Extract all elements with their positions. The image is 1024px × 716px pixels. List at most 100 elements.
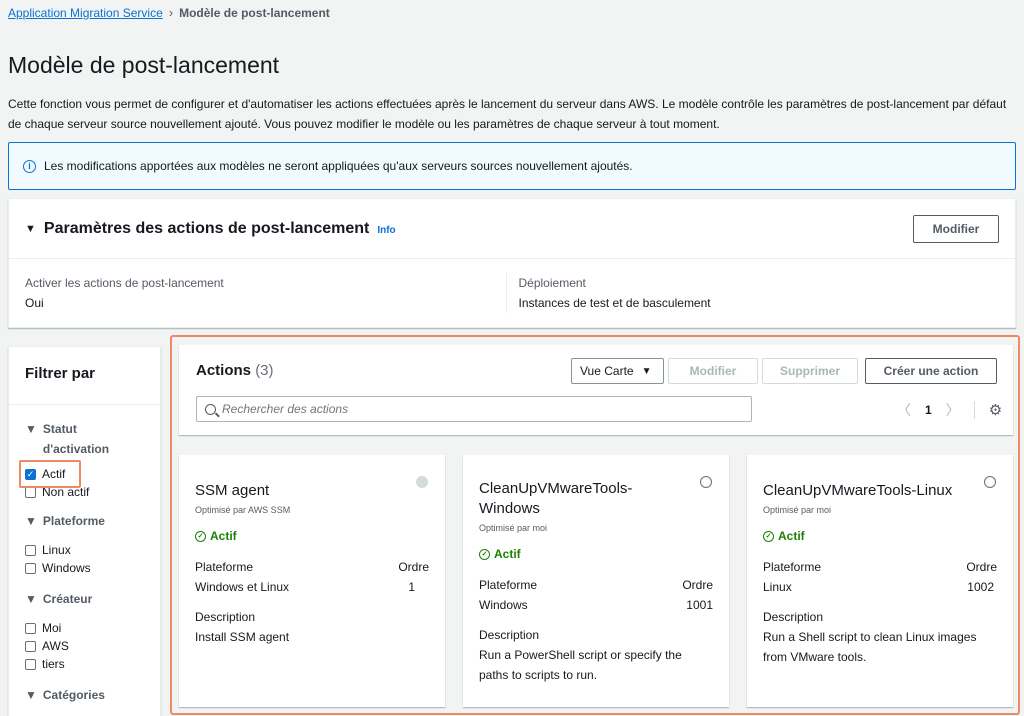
action-card-cleanup-windows[interactable]: CleanUpVMwareTools-Windows Optimisé par … — [463, 455, 729, 707]
page-number[interactable]: 1 — [925, 403, 932, 417]
checkbox-icon[interactable] — [25, 622, 36, 634]
modify-action-button[interactable]: Modifier — [668, 358, 758, 384]
page-description: Cette fonction vous permet de configurer… — [8, 97, 1007, 131]
platform-label: Plateforme — [195, 560, 254, 574]
radio-button[interactable] — [416, 476, 428, 488]
breadcrumb-current: Modèle de post-lancement — [179, 5, 330, 20]
activate-field: Activer les actions de post-lancement Ou… — [25, 273, 506, 313]
filter-opt-label: Linux — [42, 543, 71, 557]
filter-platform-head[interactable]: ▼ Plateforme — [25, 511, 144, 531]
platform-value: Windows — [479, 598, 528, 612]
info-alert: i Les modifications apportées aux modèle… — [8, 142, 1016, 190]
filter-opt-label: AWS — [42, 639, 69, 653]
status-badge: ✓ Actif — [195, 529, 429, 543]
pagination: 〈 1 〉 ⚙ — [897, 400, 1002, 420]
actions-count: (3) — [255, 362, 274, 379]
filter-category-label: Catégories — [42, 688, 105, 702]
caret-down-icon[interactable]: ▼ — [25, 223, 36, 235]
search-field[interactable] — [222, 402, 722, 416]
filter-creator-head[interactable]: ▼ Créateur — [25, 589, 144, 609]
checkbox-icon[interactable] — [25, 562, 36, 574]
filter-platform: ▼ Plateforme Linux Windows — [9, 511, 160, 577]
create-action-button[interactable]: Créer une action — [865, 358, 997, 384]
breadcrumb-link-ams[interactable]: Application Migration Service — [8, 6, 163, 20]
search-icon — [205, 403, 216, 415]
alert-text: Les modifications apportées aux modèles … — [44, 159, 633, 173]
search-input[interactable] — [196, 396, 752, 422]
view-select-value: Vue Carte — [580, 364, 634, 378]
card-name: CleanUpVMwareTools-Windows — [479, 480, 633, 517]
deploy-label: Déploiement — [518, 276, 586, 290]
order-value: 1 — [408, 580, 415, 594]
filter-category-head[interactable]: ▼ Catégories — [25, 685, 144, 705]
platform-label: Plateforme — [763, 560, 822, 574]
filter-opt-windows[interactable]: Windows — [25, 559, 144, 577]
desc-label: Description — [763, 610, 824, 624]
order-label: Ordre — [398, 560, 429, 574]
post-launch-params-panel: ▼ Paramètres des actions de post-lanceme… — [8, 198, 1016, 328]
radio-button[interactable] — [700, 476, 712, 488]
status-text: Actif — [778, 529, 805, 543]
checkbox-icon[interactable] — [25, 658, 36, 670]
filter-category: ▼ Catégories — [9, 685, 160, 705]
filter-opt-linux[interactable]: Linux — [25, 541, 144, 559]
desc-label: Description — [195, 610, 256, 624]
deploy-value: Instances de test et de basculement — [518, 296, 711, 310]
desc-label: Description — [479, 628, 540, 642]
filter-platform-label: Plateforme — [42, 514, 105, 528]
status-badge: ✓ Actif — [763, 529, 997, 543]
chevron-right-icon[interactable]: 〉 — [946, 400, 960, 420]
chevron-right-icon: › — [168, 5, 174, 20]
caret-down-icon: ▼ — [25, 514, 37, 528]
order-value: 1002 — [967, 580, 994, 594]
actions-title: Actions (3) — [196, 362, 274, 379]
order-value: 1001 — [686, 598, 713, 612]
params-edit-button[interactable]: Modifier — [913, 215, 999, 243]
platform-value: Linux — [763, 580, 792, 594]
actions-title-label: Actions — [196, 362, 252, 379]
filter-opt-moi[interactable]: Moi — [25, 619, 144, 637]
page-title: Modèle de post-lancement — [8, 52, 280, 78]
checkbox-icon[interactable] — [25, 640, 36, 652]
params-header[interactable]: ▼ Paramètres des actions de post-lanceme… — [9, 199, 1015, 259]
breadcrumb: Application Migration Service › Modèle d… — [8, 5, 330, 20]
deploy-field: Déploiement Instances de test et de basc… — [505, 273, 1000, 313]
checkbox-icon[interactable] — [25, 544, 36, 556]
status-text: Actif — [494, 547, 521, 561]
order-label: Ordre — [966, 560, 997, 574]
filter-opt-label: Windows — [42, 561, 91, 575]
check-circle-icon: ✓ — [195, 530, 206, 542]
filter-status-head[interactable]: ▼ Statut d'activation — [25, 419, 144, 459]
desc-value: Run a Shell script to clean Linux images… — [763, 630, 977, 664]
filter-opt-tiers[interactable]: tiers — [25, 655, 144, 673]
gear-icon[interactable]: ⚙ — [989, 401, 1002, 419]
filter-opt-label: tiers — [42, 657, 65, 671]
action-card-ssm-agent[interactable]: SSM agent Optimisé par AWS SSM ✓ Actif Pl… — [179, 455, 445, 707]
card-name: SSM agent — [195, 482, 270, 499]
caret-down-icon: ▼ — [25, 422, 37, 436]
delete-action-button[interactable]: Supprimer — [762, 358, 858, 384]
divider — [973, 401, 975, 419]
status-badge: ✓ Actif — [479, 547, 713, 561]
checkbox-icon[interactable] — [25, 486, 36, 498]
chevron-left-icon[interactable]: 〈 — [897, 400, 911, 420]
filter-panel: Filtrer par ▼ Statut d'activation ✓ Actif … — [8, 346, 161, 716]
status-text: Actif — [210, 529, 237, 543]
check-circle-icon: ✓ — [479, 548, 490, 560]
action-card-cleanup-linux[interactable]: CleanUpVMwareTools-Linux Optimisé par mo… — [747, 455, 1013, 707]
params-title: Paramètres des actions de post-lancement — [43, 219, 370, 237]
platform-label: Plateforme — [479, 578, 538, 592]
caret-down-icon: ▼ — [25, 592, 37, 606]
filter-opt-aws[interactable]: AWS — [25, 637, 144, 655]
filter-status-label: Statut d'activation — [42, 422, 110, 456]
caret-down-icon: ▼ — [25, 688, 37, 702]
filter-creator-label: Créateur — [42, 592, 93, 606]
info-link[interactable]: Info — [377, 225, 395, 236]
radio-button[interactable] — [984, 476, 996, 488]
desc-value: Install SSM agent — [195, 630, 290, 644]
card-subtitle: Optimisé par moi — [479, 523, 548, 533]
info-icon: i — [23, 159, 36, 173]
platform-value: Windows et Linux — [195, 580, 290, 594]
filter-opt-label: Moi — [42, 621, 62, 635]
view-select[interactable]: Vue Carte ▼ — [571, 358, 664, 384]
